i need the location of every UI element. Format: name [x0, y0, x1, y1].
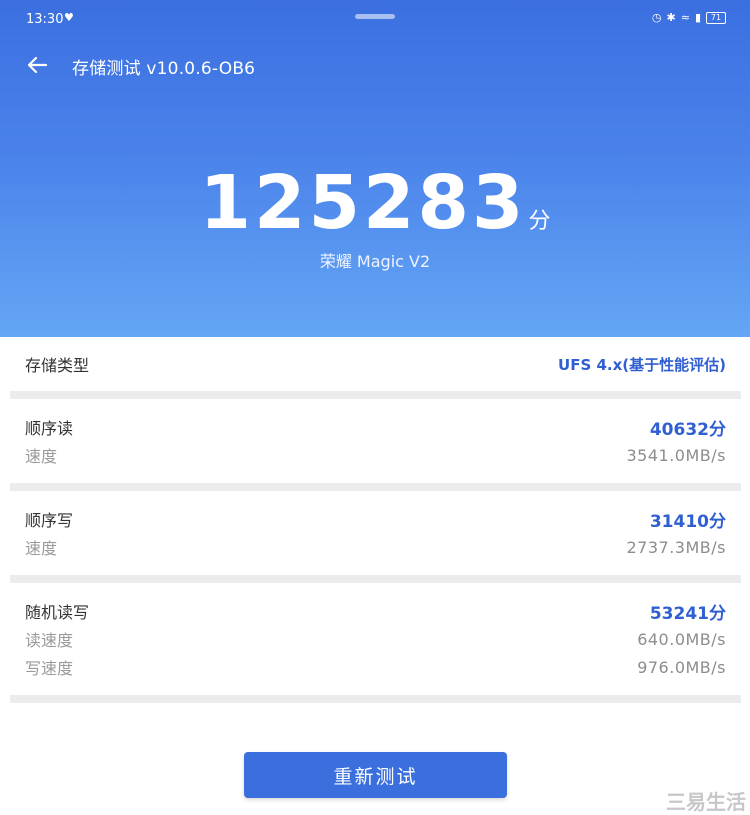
- heart-icon: ♥: [64, 11, 74, 24]
- score-value: 125283: [199, 160, 527, 246]
- status-time: 13:30: [26, 12, 64, 27]
- divider: [10, 483, 741, 491]
- header-panel: 13:30 ♥ ◷ ✱ ≈ ▮ 71 存储测试 v10.0.6-OB6 1252…: [0, 0, 750, 337]
- score-unit: 分: [528, 209, 551, 234]
- divider: [10, 575, 741, 583]
- metric-value: 640.0MB/s: [637, 629, 726, 649]
- metric-label: 速度: [25, 539, 58, 558]
- metric-value: 3541.0MB/s: [626, 445, 726, 465]
- section-title: 随机读写: [25, 603, 90, 622]
- section-title: 顺序读: [25, 419, 74, 438]
- section-score: 53241分: [649, 603, 726, 624]
- section-title: 顺序写: [25, 511, 74, 530]
- metric-label: 写速度: [25, 659, 74, 678]
- metric-label: 速度: [25, 447, 58, 466]
- device-name: 荣耀 Magic V2: [319, 252, 431, 271]
- drag-handle[interactable]: [355, 14, 395, 19]
- section-score: 31410分: [649, 511, 726, 532]
- battery-icon: 71: [706, 11, 726, 24]
- alarm-icon: ◷: [651, 11, 662, 24]
- storage-type-value: UFS 4.x(基于性能评估): [558, 355, 726, 374]
- watermark-logo: 三易生活: [666, 790, 746, 814]
- page-title: 存储测试 v10.0.6-OB6: [72, 59, 256, 79]
- divider: [10, 695, 741, 703]
- metric-label: 读速度: [25, 631, 74, 650]
- back-button[interactable]: [22, 50, 52, 80]
- alert-icon: ▮: [694, 11, 701, 24]
- total-score: 125283分: [0, 160, 750, 246]
- storage-type-label: 存储类型: [25, 356, 90, 375]
- section-score: 40632分: [649, 419, 726, 440]
- status-bar: 13:30 ♥ ◷ ✱ ≈ ▮ 71: [0, 0, 750, 38]
- arrow-left-icon: [27, 56, 48, 74]
- retest-button[interactable]: 重新测试: [244, 752, 507, 798]
- wifi-icon: ≈: [680, 11, 690, 24]
- bluetooth-icon: ✱: [666, 11, 676, 24]
- seq-read-card: 顺序读 40632分 速度 3541.0MB/s: [10, 399, 741, 483]
- storage-type-row: 存储类型 UFS 4.x(基于性能评估): [10, 337, 741, 391]
- seq-write-card: 顺序写 31410分 速度 2737.3MB/s: [10, 491, 741, 575]
- results-list: 存储类型 UFS 4.x(基于性能评估) 顺序读 40632分 速度 3541.…: [10, 337, 741, 703]
- divider: [10, 391, 741, 399]
- metric-value: 2737.3MB/s: [626, 537, 726, 557]
- status-icons: ◷ ✱ ≈ ▮ 71: [652, 11, 726, 24]
- random-rw-card: 随机读写 53241分 读速度 640.0MB/s 写速度 976.0MB/s: [10, 583, 741, 695]
- metric-value: 976.0MB/s: [637, 657, 726, 677]
